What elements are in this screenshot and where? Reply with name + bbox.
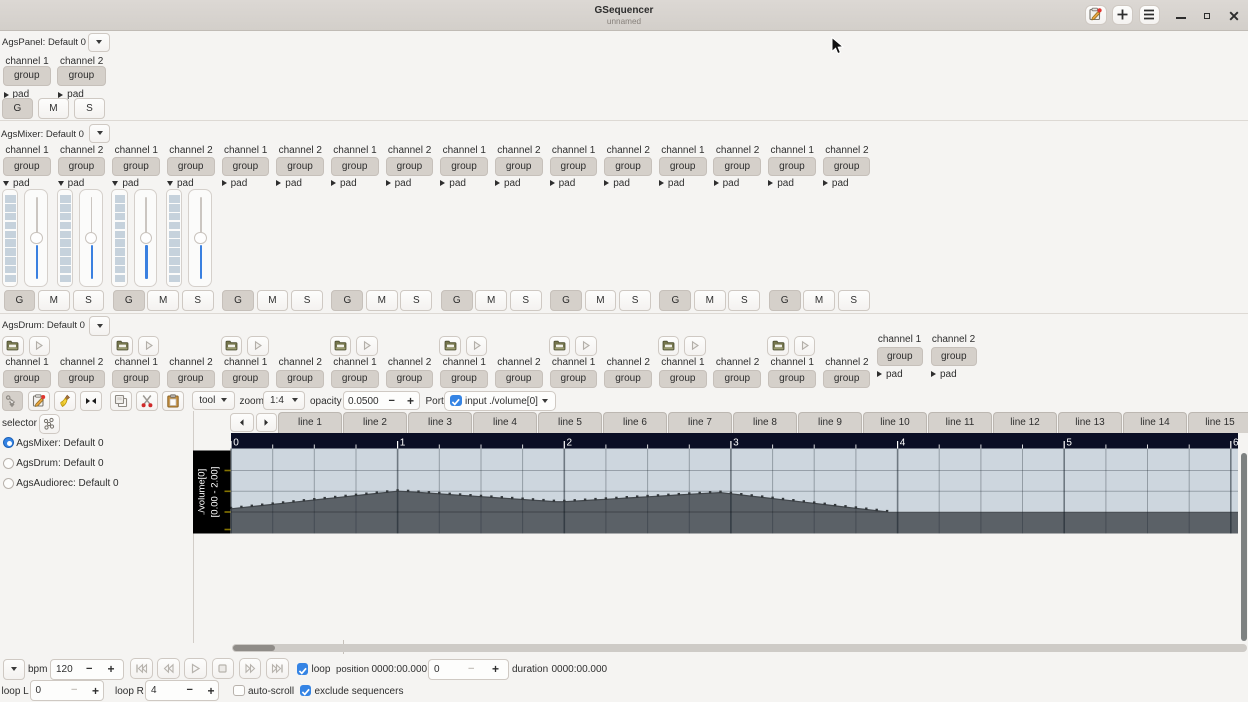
svg-text:4: 4 — [900, 437, 906, 448]
svg-text:3: 3 — [733, 437, 739, 448]
svg-text:./volume[0]: ./volume[0] — [197, 468, 208, 514]
svg-text:5: 5 — [1066, 437, 1072, 448]
svg-text:2: 2 — [567, 437, 573, 448]
svg-text:1: 1 — [400, 437, 406, 448]
svg-text:6: 6 — [1233, 437, 1239, 448]
svg-text:0: 0 — [233, 437, 239, 448]
svg-text:[0.00 - 2.00]: [0.00 - 2.00] — [210, 466, 221, 517]
